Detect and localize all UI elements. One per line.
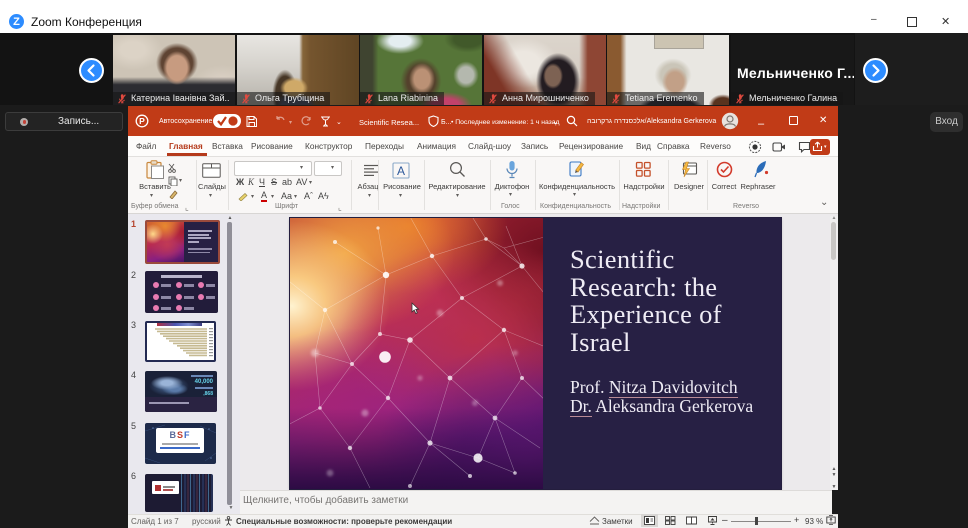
svg-text:A: A — [397, 164, 405, 178]
svg-text:P: P — [139, 116, 145, 126]
